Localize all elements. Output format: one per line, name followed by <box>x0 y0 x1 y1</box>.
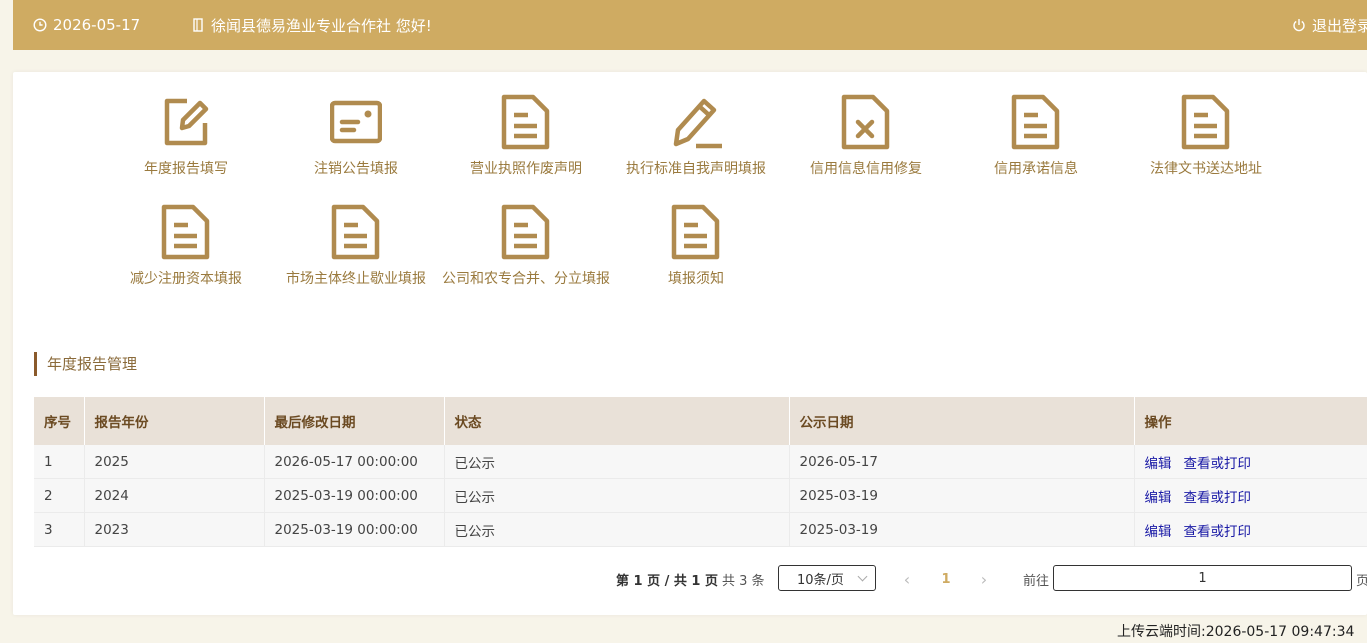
cell-modified: 2025-03-19 00:00:00 <box>264 478 445 513</box>
func-capital-reduction[interactable]: 减少注册资本填报 <box>101 204 271 288</box>
col-header-no: 序号 <box>34 397 85 445</box>
cell-no: 2 <box>34 478 85 513</box>
goto-label: 前往 <box>1023 573 1050 589</box>
cell-status: 已公示 <box>444 512 790 547</box>
func-credit-repair[interactable]: 信用信息信用修复 <box>781 94 951 178</box>
document-icon <box>161 204 210 260</box>
func-license-void[interactable]: 营业执照作废声明 <box>441 94 611 178</box>
func-deregistration-notice[interactable]: 注销公告填报 <box>271 94 441 178</box>
cell-actions: 编辑 查看或打印 <box>1134 445 1367 479</box>
col-header-modified: 最后修改日期 <box>264 397 445 445</box>
col-header-actions: 操作 <box>1134 397 1367 445</box>
pencil-icon <box>673 98 722 149</box>
cell-modified: 2025-03-19 00:00:00 <box>264 512 445 547</box>
date-text: 2026-05-17 <box>53 16 141 34</box>
function-grid: 年度报告填写 注销公告填报 营业执照作废声明 执行标准自我声明填报 信用信息信用… <box>13 72 1367 312</box>
cell-publish-date: 2025-03-19 <box>789 478 1135 513</box>
edit-icon <box>164 98 209 146</box>
table-header-row: 序号 报告年份 最后修改日期 状态 公示日期 操作 <box>34 397 1367 445</box>
pagination-total: 共 3 条 <box>722 573 765 589</box>
cell-actions: 编辑 查看或打印 <box>1134 512 1367 547</box>
func-filing-instructions[interactable]: 填报须知 <box>611 204 781 288</box>
section-title: 年度报告管理 <box>34 352 137 376</box>
id-card-icon <box>330 100 382 144</box>
func-business-suspension[interactable]: 市场主体终止歇业填报 <box>271 204 441 288</box>
cell-modified: 2026-05-17 00:00:00 <box>264 445 445 479</box>
document-icon <box>501 204 550 260</box>
page-suffix: 页 <box>1356 573 1367 589</box>
cell-year: 2024 <box>84 478 265 513</box>
welcome-text: 徐闻县德易渔业专业合作社 您好! <box>211 16 432 35</box>
func-standard-declaration[interactable]: 执行标准自我声明填报 <box>611 94 781 178</box>
view-print-link[interactable]: 查看或打印 <box>1184 524 1252 540</box>
next-page-button[interactable]: › <box>974 565 994 593</box>
col-header-status: 状态 <box>444 397 790 445</box>
func-annual-report[interactable]: 年度报告填写 <box>101 94 271 178</box>
func-credit-commitment[interactable]: 信用承诺信息 <box>951 94 1121 178</box>
pagination-info: 第 1 页 / 共 1 页 <box>616 573 718 589</box>
prev-page-button[interactable]: ‹ <box>897 565 917 593</box>
cell-actions: 编辑 查看或打印 <box>1134 478 1367 513</box>
goto-page-input[interactable] <box>1053 565 1352 591</box>
func-label: 填报须知 <box>668 271 724 287</box>
table-row: 2 2024 2025-03-19 00:00:00 已公示 2025-03-1… <box>34 478 1367 513</box>
func-label: 公司和农专合并、分立填报 <box>442 271 610 287</box>
document-icon <box>1181 94 1230 150</box>
cell-year: 2025 <box>84 445 265 479</box>
date-display: 2026-05-17 <box>33 0 140 50</box>
upload-time: 上传云端时间:2026-05-17 09:47:34 <box>1117 624 1355 640</box>
document-icon <box>501 94 550 150</box>
cell-year: 2023 <box>84 512 265 547</box>
func-label: 年度报告填写 <box>144 161 228 177</box>
page-number-current[interactable]: 1 <box>934 565 958 593</box>
func-label: 执行标准自我声明填报 <box>626 161 766 177</box>
main-card: 年度报告填写 注销公告填报 营业执照作废声明 执行标准自我声明填报 信用信息信用… <box>13 72 1367 615</box>
document-icon <box>331 204 380 260</box>
page-size-value: 10条/页 <box>797 572 844 588</box>
document-icon <box>1011 94 1060 150</box>
cell-publish-date: 2026-05-17 <box>789 445 1135 479</box>
top-bar: 2026-05-17 徐闻县德易渔业专业合作社 您好! 退出登录 <box>13 0 1367 50</box>
col-header-publish-date: 公示日期 <box>789 397 1135 445</box>
page: 2026-05-17 徐闻县德易渔业专业合作社 您好! 退出登录 年度报告填写 … <box>0 0 1367 643</box>
page-size-select[interactable]: 10条/页 <box>778 565 876 591</box>
power-icon <box>1293 19 1305 32</box>
annual-report-table: 序号 报告年份 最后修改日期 状态 公示日期 操作 1 2025 2026-05… <box>34 397 1367 547</box>
func-label: 信用信息信用修复 <box>810 161 922 177</box>
table-row: 1 2025 2026-05-17 00:00:00 已公示 2026-05-1… <box>34 445 1367 479</box>
edit-link[interactable]: 编辑 <box>1145 524 1172 540</box>
col-header-year: 报告年份 <box>84 397 265 445</box>
edit-link[interactable]: 编辑 <box>1145 490 1172 506</box>
func-label: 减少注册资本填报 <box>130 271 242 287</box>
cell-status: 已公示 <box>444 445 790 479</box>
logout-text: 退出登录 <box>1312 16 1367 35</box>
func-legal-address[interactable]: 法律文书送达地址 <box>1121 94 1291 178</box>
cell-publish-date: 2025-03-19 <box>789 512 1135 547</box>
view-print-link[interactable]: 查看或打印 <box>1184 490 1252 506</box>
view-print-link[interactable]: 查看或打印 <box>1184 456 1252 472</box>
clock-icon <box>33 18 47 32</box>
func-merger-division[interactable]: 公司和农专合并、分立填报 <box>441 204 611 288</box>
building-icon <box>193 18 203 32</box>
edit-link[interactable]: 编辑 <box>1145 456 1172 472</box>
func-label: 信用承诺信息 <box>994 161 1078 177</box>
table-row: 3 2023 2025-03-19 00:00:00 已公示 2025-03-1… <box>34 512 1367 547</box>
chevron-down-icon <box>857 571 868 582</box>
document-x-icon <box>841 94 890 150</box>
cell-no: 3 <box>34 512 85 547</box>
logout-button[interactable]: 退出登录 <box>1292 0 1367 50</box>
cell-no: 1 <box>34 445 85 479</box>
welcome-message: 徐闻县德易渔业专业合作社 您好! <box>191 0 432 50</box>
document-icon <box>671 204 720 260</box>
cell-status: 已公示 <box>444 478 790 513</box>
func-label: 营业执照作废声明 <box>470 161 582 177</box>
func-label: 法律文书送达地址 <box>1150 161 1262 177</box>
func-label: 市场主体终止歇业填报 <box>286 271 426 287</box>
func-label: 注销公告填报 <box>314 161 398 177</box>
